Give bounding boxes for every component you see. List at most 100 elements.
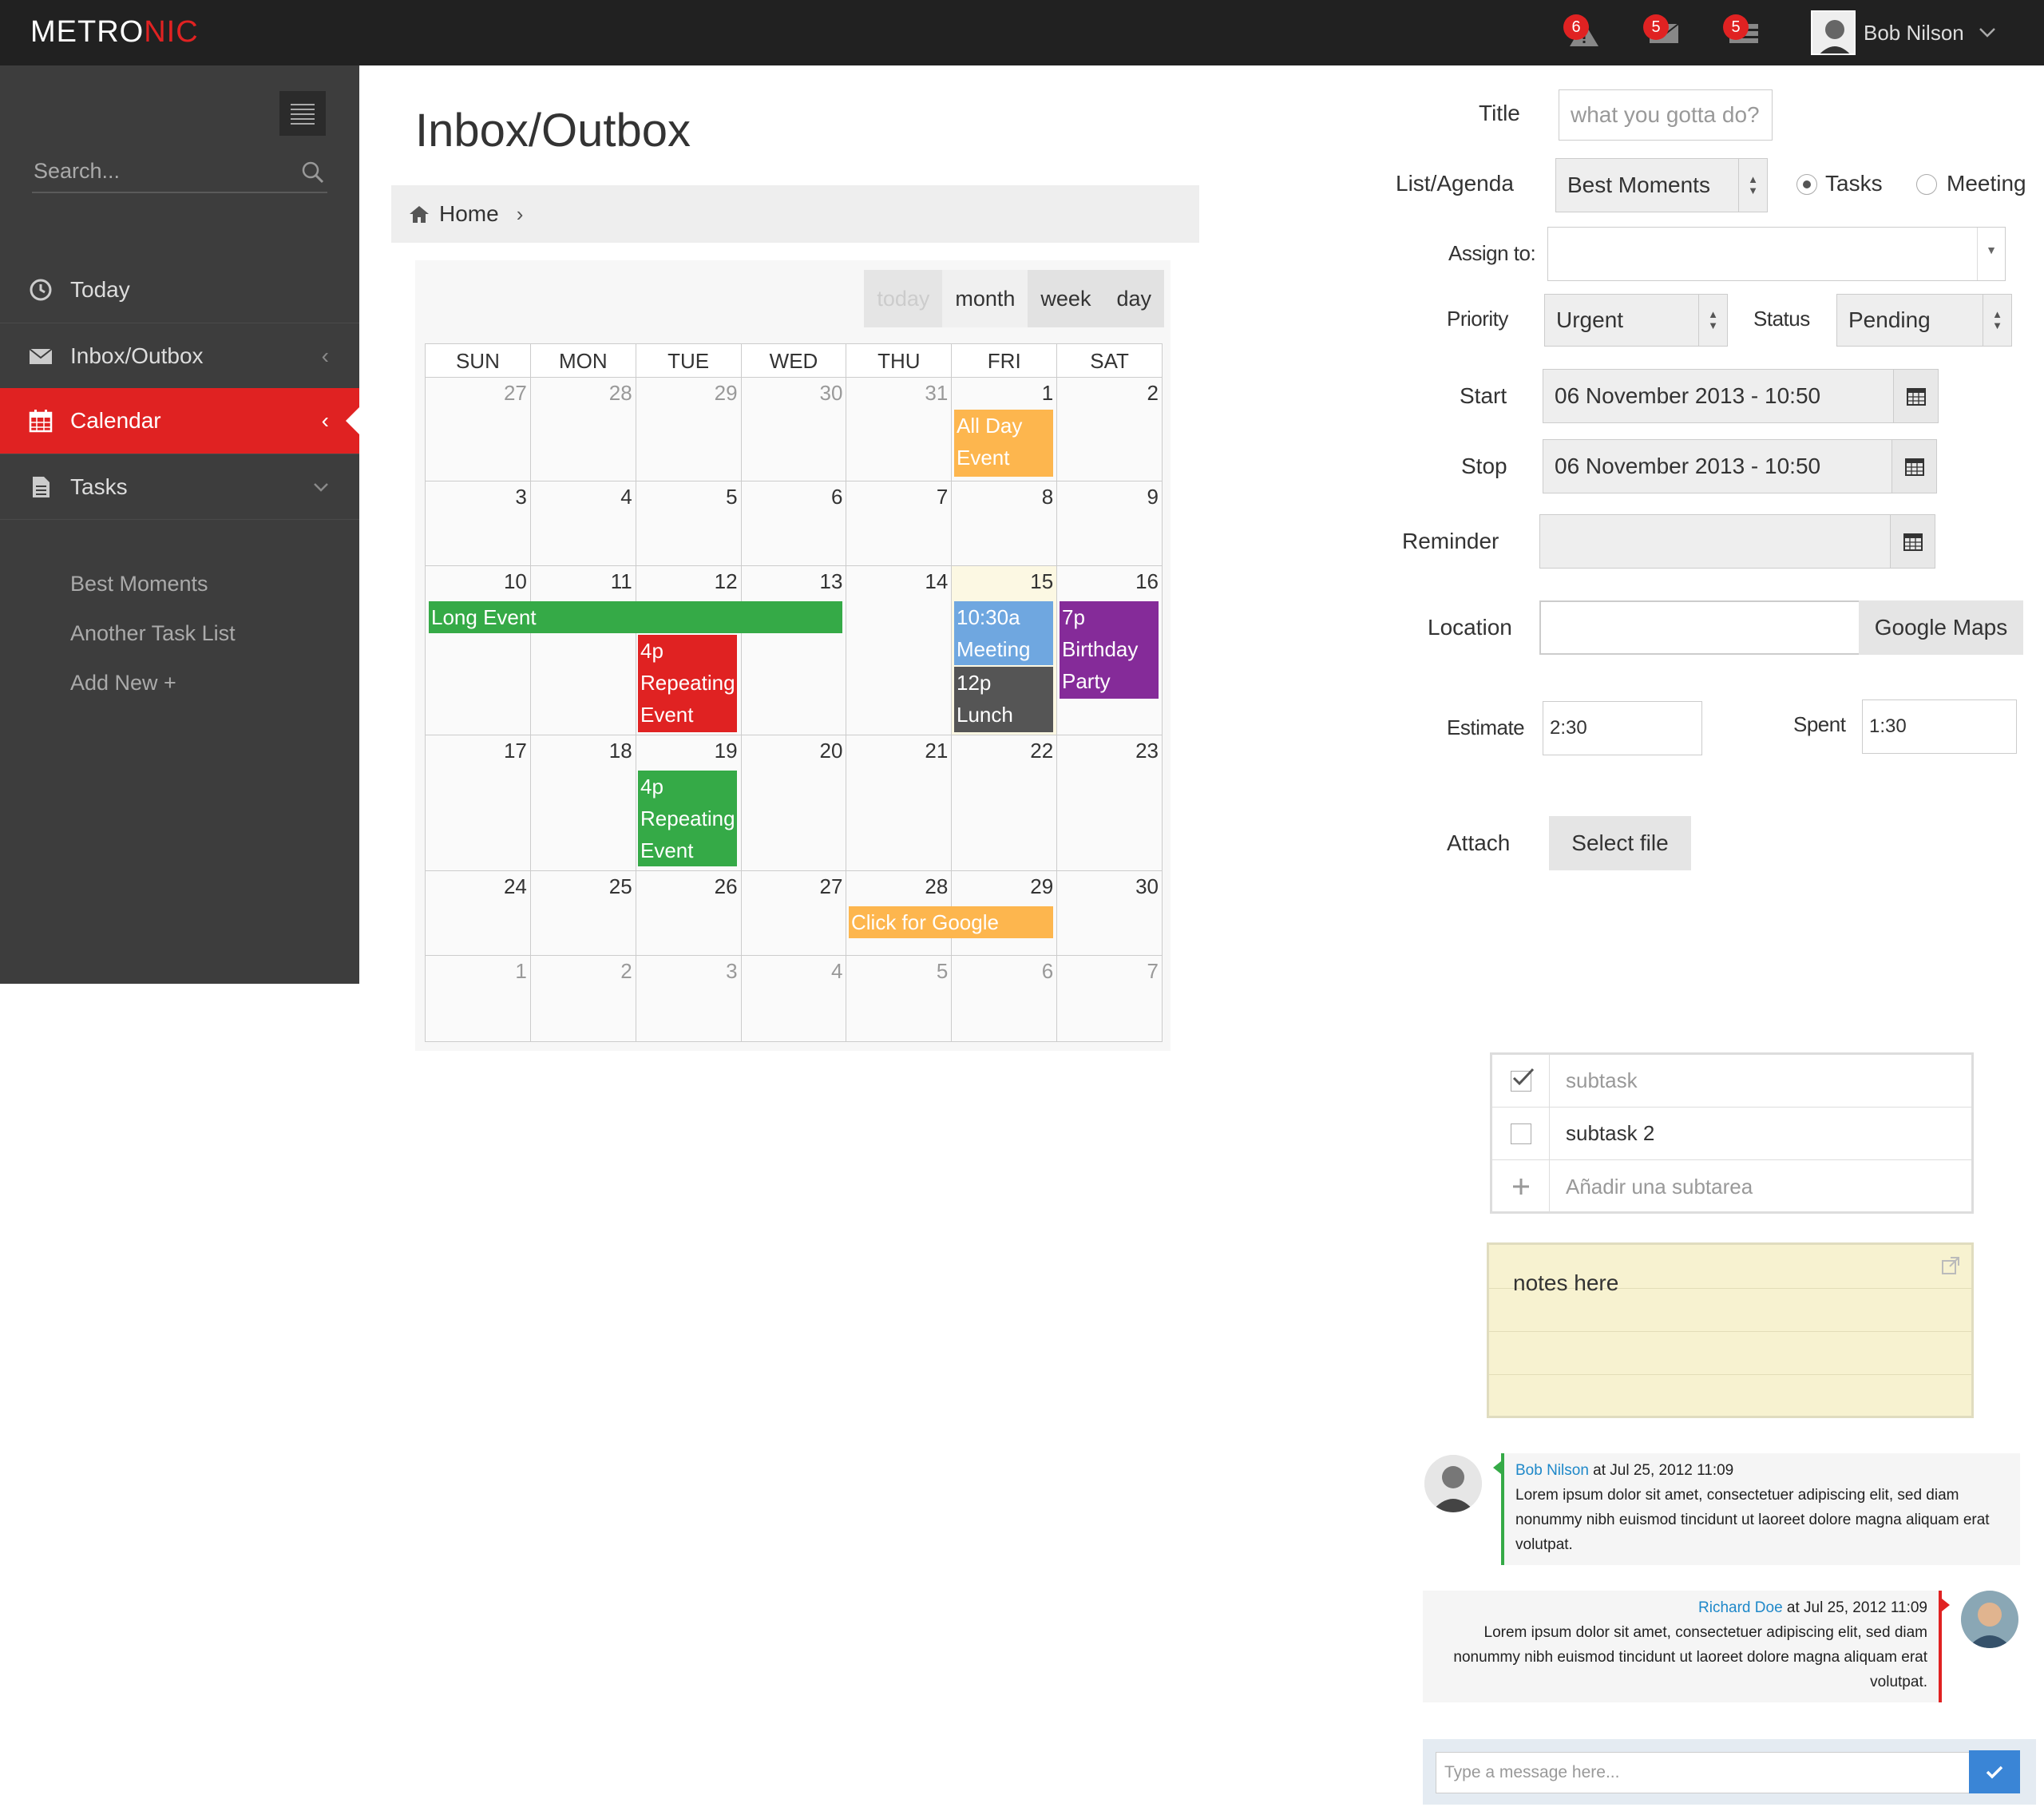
- calendar-day[interactable]: 7: [846, 481, 953, 566]
- chat-message-input[interactable]: Type a message here...: [1436, 1752, 1975, 1793]
- calendar-day[interactable]: 9: [1057, 481, 1163, 566]
- notifications-button[interactable]: 6: [1563, 14, 1603, 53]
- calendar-event-meeting[interactable]: 10:30a Meeting: [954, 601, 1053, 665]
- breadcrumb-home-link[interactable]: Home: [439, 201, 499, 227]
- calendar-day[interactable]: 23: [1057, 735, 1163, 871]
- today-button[interactable]: today: [864, 270, 943, 327]
- brand-logo[interactable]: METRONIC: [30, 13, 199, 51]
- start-datetime-input[interactable]: 06 November 2013 - 10:50: [1543, 369, 1939, 423]
- notes-panel[interactable]: notes here: [1487, 1242, 1974, 1418]
- calendar-day[interactable]: 26: [636, 871, 742, 956]
- subtask-text[interactable]: subtask 2: [1566, 1121, 1654, 1146]
- sidebar-item-inbox[interactable]: Inbox/Outbox ‹: [0, 323, 359, 388]
- calendar-day[interactable]: 31: [846, 378, 953, 481]
- user-name: Bob Nilson: [1864, 20, 1964, 45]
- calendar-day[interactable]: 5: [636, 481, 742, 566]
- sidebar-subitem-add-new[interactable]: Add New +: [70, 671, 176, 695]
- radio-meeting[interactable]: [1916, 174, 1937, 195]
- calendar-event-lunch[interactable]: 12p Lunch: [954, 667, 1053, 732]
- sidebar-subitem-best-moments[interactable]: Best Moments: [70, 572, 208, 596]
- calendar-day[interactable]: 1: [426, 956, 531, 1042]
- calendar-event-all-day[interactable]: All Day Event: [954, 410, 1053, 477]
- calendar-day[interactable]: 11: [530, 566, 636, 735]
- calendar-event-birthday[interactable]: 7p Birthday Party: [1060, 601, 1159, 699]
- calendar-day[interactable]: 3: [636, 956, 742, 1042]
- title-input[interactable]: what you gotta do?: [1559, 89, 1773, 141]
- subtask-checkbox[interactable]: [1510, 1068, 1534, 1092]
- estimate-input[interactable]: 2:30: [1543, 701, 1702, 755]
- sidebar-toggle-button[interactable]: [279, 91, 326, 136]
- select-file-button[interactable]: Select file: [1549, 816, 1691, 870]
- calendar-week: 1 2 3 4 5 6 7: [426, 956, 1163, 1042]
- calendar-day[interactable]: 3: [426, 481, 531, 566]
- message-author-link[interactable]: Richard Doe: [1698, 1599, 1783, 1616]
- status-select[interactable]: Pending ▲ ▼: [1836, 294, 2012, 347]
- send-button[interactable]: [1969, 1750, 2020, 1793]
- month-button[interactable]: month: [942, 270, 1028, 327]
- spent-input[interactable]: 1:30: [1862, 699, 2017, 754]
- message-time: at Jul 25, 2012 11:09: [1786, 1599, 1927, 1616]
- subtask-text[interactable]: subtask: [1566, 1068, 1638, 1093]
- google-maps-button[interactable]: Google Maps: [1859, 600, 2023, 655]
- plus-icon[interactable]: [1511, 1177, 1531, 1196]
- reminder-input[interactable]: [1539, 514, 1935, 569]
- select-arrows-icon: ▲ ▼: [1738, 159, 1767, 212]
- sidebar-item-calendar[interactable]: Calendar ‹: [0, 388, 359, 454]
- calendar-day[interactable]: 29: [636, 378, 742, 481]
- day-header: WED: [741, 344, 847, 378]
- day-button[interactable]: day: [1103, 270, 1164, 327]
- calendar-icon[interactable]: [1893, 370, 1938, 422]
- calendar-day[interactable]: 14: [846, 566, 953, 735]
- external-link-icon[interactable]: [1941, 1256, 1960, 1275]
- tasks-button[interactable]: 5: [1723, 14, 1763, 53]
- user-menu[interactable]: Bob Nilson: [1811, 8, 1996, 57]
- assign-to-select[interactable]: ▼: [1547, 227, 2006, 281]
- location-input[interactable]: [1539, 600, 1860, 655]
- calendar-day[interactable]: 4: [530, 481, 636, 566]
- calendar-day[interactable]: 21: [846, 735, 953, 871]
- sidebar-item-tasks[interactable]: Tasks: [0, 454, 359, 519]
- calendar-day[interactable]: 7: [1057, 956, 1163, 1042]
- calendar-day[interactable]: 22: [952, 735, 1058, 871]
- week-button[interactable]: week: [1028, 270, 1104, 327]
- calendar-day[interactable]: 24: [426, 871, 531, 956]
- calendar-event-repeating[interactable]: 4p Repeating Event: [638, 635, 737, 732]
- calendar-event-repeating[interactable]: 4p Repeating Event: [638, 771, 737, 866]
- message-author-link[interactable]: Bob Nilson: [1515, 1462, 1589, 1479]
- calendar-event-google-link[interactable]: Click for Google: [849, 906, 1053, 938]
- calendar-day[interactable]: 8: [952, 481, 1058, 566]
- calendar-day[interactable]: 27: [741, 871, 847, 956]
- calendar-day[interactable]: 30: [741, 378, 847, 481]
- radio-tasks[interactable]: [1796, 174, 1817, 195]
- search-input[interactable]: [32, 153, 287, 188]
- inbox-button[interactable]: 5: [1643, 14, 1683, 53]
- calendar-day[interactable]: 18: [530, 735, 636, 871]
- calendar-day[interactable]: 10: [426, 566, 531, 735]
- calendar-day[interactable]: 2: [530, 956, 636, 1042]
- calendar-day[interactable]: 17: [426, 735, 531, 871]
- search-icon[interactable]: [302, 161, 324, 184]
- calendar-day[interactable]: 13: [741, 566, 847, 735]
- priority-select[interactable]: Urgent ▲ ▼: [1544, 294, 1728, 347]
- calendar-day[interactable]: 28: [530, 378, 636, 481]
- day-header: SAT: [1057, 344, 1163, 378]
- add-subtask-input[interactable]: Añadir una subtarea: [1566, 1175, 1753, 1199]
- list-agenda-select[interactable]: Best Moments ▲ ▼: [1555, 158, 1768, 212]
- calendar-icon[interactable]: [1891, 440, 1936, 493]
- subtask-checkbox[interactable]: [1510, 1123, 1531, 1144]
- sidebar-item-today[interactable]: Today: [0, 257, 359, 323]
- calendar-day[interactable]: 5: [846, 956, 953, 1042]
- calendar-day[interactable]: 27: [426, 378, 531, 481]
- calendar-event-long[interactable]: Long Event: [429, 601, 842, 633]
- calendar-day[interactable]: 6: [741, 481, 847, 566]
- calendar-day[interactable]: 20: [741, 735, 847, 871]
- calendar-day[interactable]: 4: [741, 956, 847, 1042]
- calendar-day[interactable]: 6: [952, 956, 1058, 1042]
- calendar-day[interactable]: 2: [1057, 378, 1163, 481]
- stop-datetime-input[interactable]: 06 November 2013 - 10:50: [1543, 439, 1937, 493]
- chevron-down-icon: [1979, 28, 1995, 38]
- sidebar-subitem-another-task-list[interactable]: Another Task List: [70, 621, 236, 646]
- calendar-day[interactable]: 25: [530, 871, 636, 956]
- calendar-icon[interactable]: [1890, 515, 1935, 568]
- calendar-day[interactable]: 30: [1057, 871, 1163, 956]
